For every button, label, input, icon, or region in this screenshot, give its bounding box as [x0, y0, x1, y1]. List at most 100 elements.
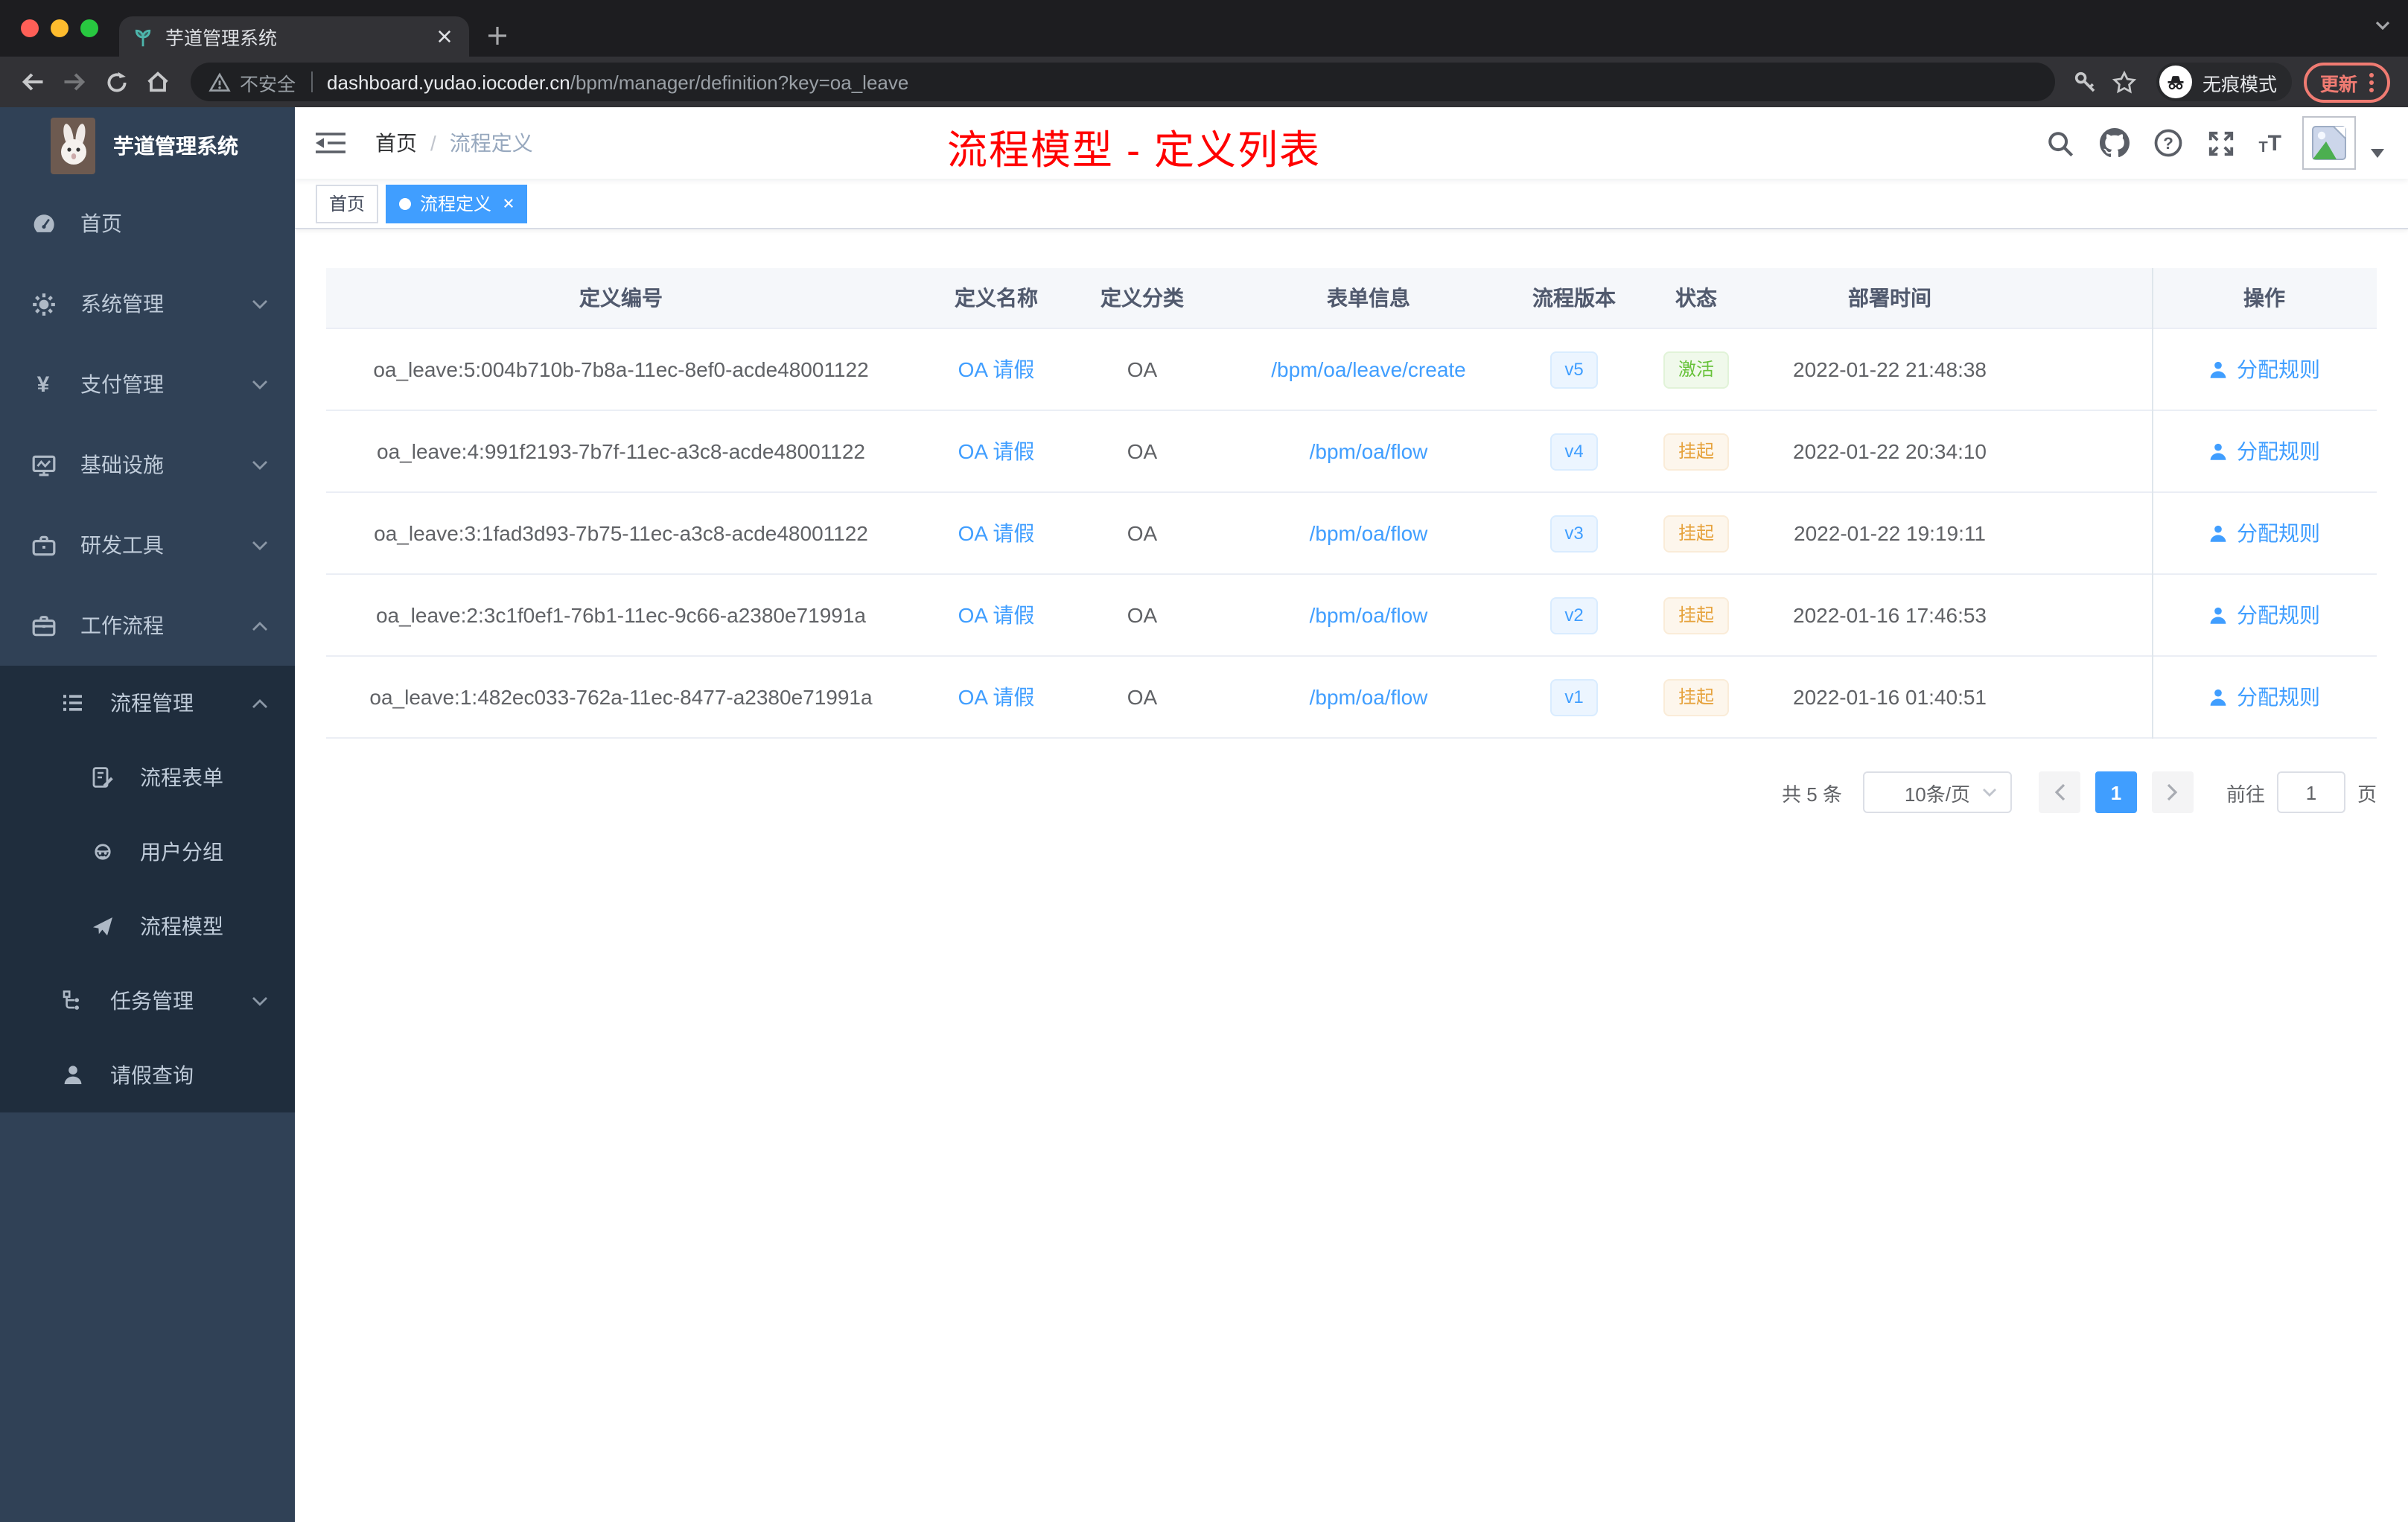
sidebar-item-label: 工作流程 [80, 614, 164, 637]
status-badge: 挂起 [1663, 596, 1729, 634]
assign-rule-link[interactable]: 分配规则 [2237, 600, 2320, 630]
pager: 1 [2038, 771, 2194, 813]
breadcrumb-separator: / [430, 131, 436, 155]
assign-user-icon [2208, 523, 2228, 543]
chevron-down-icon [252, 459, 268, 470]
assign-rule-link[interactable]: 分配规则 [2237, 682, 2320, 712]
sidebar-logo[interactable]: 芋道管理系统 [0, 107, 295, 183]
forward-button[interactable] [54, 61, 95, 103]
reload-button[interactable] [95, 61, 137, 103]
sidebar-item-workflow[interactable]: 工作流程 [0, 585, 295, 666]
sidebar-item-process-model[interactable]: 流程模型 [0, 889, 295, 964]
table-row: oa_leave:2:3c1f0ef1-76b1-11ec-9c66-a2380… [326, 575, 2377, 657]
person-icon [60, 1063, 86, 1087]
chevron-up-icon [252, 698, 268, 708]
list-icon [60, 691, 86, 715]
column-header-definition-name: 定义名称 [955, 286, 1038, 310]
tab-search-caret-icon[interactable] [2375, 21, 2390, 30]
version-badge: v3 [1549, 515, 1599, 552]
assign-user-icon [2208, 687, 2228, 707]
assign-rule-link[interactable]: 分配规则 [2237, 436, 2320, 466]
help-icon[interactable]: ? [2151, 127, 2184, 159]
sidebar-item-label: 基础设施 [80, 453, 164, 477]
definition-name-link[interactable]: OA 请假 [958, 354, 1035, 384]
tab-close-icon[interactable] [432, 25, 456, 48]
sidebar-item-label: 请假查询 [110, 1063, 194, 1087]
sidebar-collapse-icon[interactable] [316, 131, 348, 155]
sidebar-item-task-management[interactable]: 任务管理 [0, 964, 295, 1038]
form-link[interactable]: /bpm/oa/flow [1310, 603, 1428, 627]
definition-name-link[interactable]: OA 请假 [958, 518, 1035, 548]
incognito-label: 无痕模式 [2202, 74, 2277, 95]
sidebar-item-user-group[interactable]: 用户分组 [0, 815, 295, 889]
definition-name-link[interactable]: OA 请假 [958, 600, 1035, 630]
browser-tab[interactable]: 芋道管理系统 [119, 16, 469, 57]
form-document-icon [89, 765, 116, 789]
definition-name-link[interactable]: OA 请假 [958, 682, 1035, 712]
next-page-button[interactable] [2151, 771, 2194, 813]
assign-rule-link[interactable]: 分配规则 [2237, 518, 2320, 548]
cell-deploy-time: 2022-01-22 20:34:10 [1793, 439, 1987, 463]
status-badge: 激活 [1663, 351, 1729, 388]
goto-label: 前往 [2226, 783, 2265, 805]
github-icon[interactable] [2098, 127, 2130, 159]
avatar-caret-icon[interactable] [2371, 149, 2384, 158]
chevron-down-icon [1982, 788, 1997, 797]
logo-image [51, 117, 95, 173]
password-key-icon[interactable] [2067, 63, 2106, 101]
bookmark-star-icon[interactable] [2106, 63, 2144, 101]
sidebar-item-leave-query[interactable]: 请假查询 [0, 1038, 295, 1112]
sidebar-item-infrastructure[interactable]: 基础设施 [0, 424, 295, 505]
prev-page-button[interactable] [2038, 771, 2080, 813]
browser-update-button[interactable]: 更新 [2303, 62, 2390, 102]
goto-page-input[interactable] [2276, 771, 2345, 813]
pagination-total: 共 5 条 [1782, 783, 1842, 805]
definition-name-link[interactable]: OA 请假 [958, 436, 1035, 466]
table-body: oa_leave:5:004b710b-7b8a-11ec-8ef0-acde4… [326, 329, 2377, 739]
assign-rule-link[interactable]: 分配规则 [2237, 354, 2320, 384]
tag-home[interactable]: 首页 [316, 184, 379, 223]
window-minimize-button[interactable] [51, 19, 69, 37]
sidebar-item-process-management[interactable]: 流程管理 [0, 666, 295, 740]
breadcrumb: 首页 / 流程定义 [375, 128, 533, 158]
back-button[interactable] [12, 61, 54, 103]
chevron-down-icon [252, 996, 268, 1006]
column-header-status: 状态 [1675, 286, 1717, 310]
browser-menu-kebab-icon[interactable] [2369, 72, 2374, 92]
sidebar-item-home[interactable]: 首页 [0, 183, 295, 264]
home-button[interactable] [137, 61, 179, 103]
sidebar-item-label: 首页 [80, 211, 122, 235]
form-link[interactable]: /bpm/oa/flow [1310, 685, 1428, 709]
cell-category: OA [1127, 439, 1158, 463]
font-size-icon[interactable]: TT [2258, 130, 2281, 156]
table-row: oa_leave:5:004b710b-7b8a-11ec-8ef0-acde4… [326, 329, 2377, 411]
navbar-actions: ? TT [2044, 116, 2408, 170]
briefcase-icon [30, 613, 57, 638]
page-content: 定义编号 定义名称 定义分类 表单信息 流程版本 状态 部署时间 操作 oa_l… [295, 229, 2408, 1522]
page-size-select[interactable]: 10条/页 [1862, 771, 2012, 813]
window-maximize-button[interactable] [80, 19, 98, 37]
fullscreen-icon[interactable] [2205, 127, 2237, 159]
sidebar-item-dev-tools[interactable]: 研发工具 [0, 505, 295, 585]
search-icon[interactable] [2044, 127, 2077, 159]
window-close-button[interactable] [21, 19, 39, 37]
form-link[interactable]: /bpm/oa/flow [1310, 439, 1428, 463]
cell-deploy-time: 2022-01-22 21:48:38 [1793, 357, 1987, 381]
avatar[interactable] [2302, 116, 2356, 170]
tag-process-definition[interactable]: 流程定义 [386, 184, 528, 223]
form-link[interactable]: /bpm/oa/flow [1310, 521, 1428, 545]
sidebar-item-process-form[interactable]: 流程表单 [0, 740, 295, 815]
chevron-up-icon [252, 620, 268, 631]
form-link[interactable]: /bpm/oa/leave/create [1271, 357, 1466, 381]
url-bar[interactable]: 不安全 dashboard.yudao.iocoder.cn/bpm/manag… [191, 63, 2055, 101]
browser-tabstrip: 芋道管理系统 [0, 0, 2408, 57]
breadcrumb-home[interactable]: 首页 [375, 128, 417, 158]
column-header-actions: 操作 [2243, 286, 2285, 310]
sidebar-item-system[interactable]: 系统管理 [0, 264, 295, 344]
tag-close-icon[interactable] [503, 198, 514, 208]
sidebar-item-payment[interactable]: ¥ 支付管理 [0, 344, 295, 424]
new-tab-button[interactable] [478, 16, 517, 55]
chevron-down-icon [252, 540, 268, 550]
window-controls [21, 19, 98, 37]
page-number-button[interactable]: 1 [2095, 771, 2137, 813]
